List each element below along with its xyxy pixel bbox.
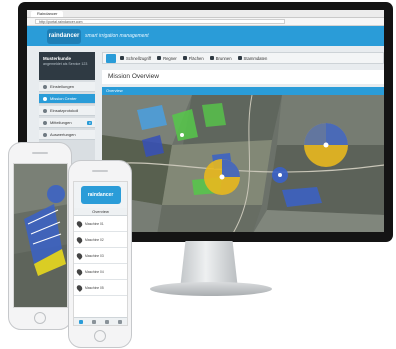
toolbar-label: Schnellzugriff [126,55,152,61]
master-data-button[interactable]: Stammdaten [237,55,268,61]
sprinkler-marker[interactable] [323,142,329,148]
sidebar-item-settings[interactable]: Einstellungen [39,82,95,92]
mobile-header: raindancer [74,182,127,208]
nav-settings-icon[interactable] [118,319,123,324]
tab-overview[interactable]: Overview [74,208,127,216]
list-item-label: Maschine 03 [85,253,104,258]
browser-titlebar: Raindancer [27,10,384,18]
phone-speaker [92,170,108,172]
wells-button[interactable]: Brunnen [209,55,232,61]
main-panel: Schnellzugriff Regner Flächen Brunnen St… [102,52,384,232]
mobile-bottom-nav [74,317,127,325]
list-item-label: Maschine 01 [85,221,104,226]
sidebar-item-mission-center[interactable]: Mission Center [39,94,95,104]
sidebar-item-label: Einsatzprotokoll [50,108,79,113]
app-header: raindancer smart irrigation management [27,26,384,46]
satellite-map-image [102,95,384,232]
home-button[interactable] [106,53,116,63]
unread-badge: 3 [87,120,92,125]
location-pin-icon [75,251,84,260]
browser-tab[interactable]: Raindancer [31,10,64,17]
log-icon [43,108,47,113]
nav-map-icon[interactable] [105,319,110,324]
address-input[interactable]: http://portal.raindancer.com [35,19,285,24]
sidebar-item-label: Einstellungen [50,84,75,89]
fields-button[interactable]: Flächen [182,55,204,61]
sidebar-item-reports[interactable]: Auswertungen [39,130,95,140]
field-map[interactable] [102,95,384,232]
sidebar-item-label: Auswertungen [50,132,76,137]
phone-speaker [32,152,48,154]
phone-map-screen[interactable] [13,163,68,308]
star-icon [120,56,124,60]
overview-header: Overview [102,87,384,95]
list-item[interactable]: Maschine 04 [74,264,127,280]
sidebar-item-label: Mitteilungen [50,120,72,125]
toolbar-label: Flächen [188,55,204,61]
profile-subtitle: angemeldet als Service 123 [43,62,88,66]
sprinkler-button[interactable]: Regner [157,56,177,61]
raindancer-logo[interactable]: raindancer [47,28,81,44]
location-pin-icon [75,235,84,244]
map-icon [43,96,47,101]
message-icon [43,120,47,125]
raindancer-logo[interactable]: raindancer [80,186,121,204]
sprinkler-marker[interactable] [219,174,225,180]
location-pin-icon [75,219,84,228]
toolbar-label: Brunnen [215,55,232,61]
toolbar-label: Regner [163,55,177,61]
nav-list-icon[interactable] [91,319,96,324]
toolbar-label: Stammdaten [243,55,268,61]
monitor-stand [180,241,238,285]
list-item-label: Maschine 05 [85,285,104,290]
list-item[interactable]: Maschine 01 [74,216,127,232]
location-pin-icon [75,267,84,276]
list-item[interactable]: Maschine 02 [74,232,127,248]
profile-name: Musterkunde [43,56,72,61]
phone-back [8,142,72,330]
sidebar-item-log[interactable]: Einsatzprotokoll [39,106,95,116]
list-item-label: Maschine 04 [85,269,104,274]
sidebar-item-messages[interactable]: Mitteilungen 3 [39,118,95,128]
home-button[interactable] [94,330,106,342]
toolbar: Schnellzugriff Regner Flächen Brunnen St… [102,52,384,64]
gear-icon [43,84,47,89]
phone-list-screen: raindancer Overview Maschine 01 Maschine… [73,181,128,326]
monitor-base [150,282,272,296]
page-title: Mission Overview [102,70,384,84]
mobile-map-image [14,164,67,307]
home-button[interactable] [34,312,46,324]
quick-access-button[interactable]: Schnellzugriff [120,56,151,61]
product-scene: Raindancer http://portal.raindancer.com … [0,0,396,349]
database-icon [237,56,242,60]
phone-front: raindancer Overview Maschine 01 Maschine… [68,160,132,348]
nav-home-icon[interactable] [78,319,83,324]
user-profile: Musterkunde angemeldet als Service 123 [39,52,95,80]
app-tagline: smart irrigation management [85,33,149,39]
browser-urlbar: http://portal.raindancer.com [27,18,384,26]
sprinkler-marker[interactable] [278,173,282,177]
sidebar-item-label: Mission Center [50,96,77,101]
fields-icon [182,56,187,60]
sprinkler-icon [157,56,162,60]
sprinkler-marker[interactable] [180,133,184,137]
chart-icon [43,132,47,137]
list-item-label: Maschine 02 [85,237,104,242]
list-item[interactable]: Maschine 05 [74,280,127,296]
location-pin-icon [75,283,84,292]
list-item[interactable]: Maschine 03 [74,248,127,264]
well-icon [209,56,214,60]
